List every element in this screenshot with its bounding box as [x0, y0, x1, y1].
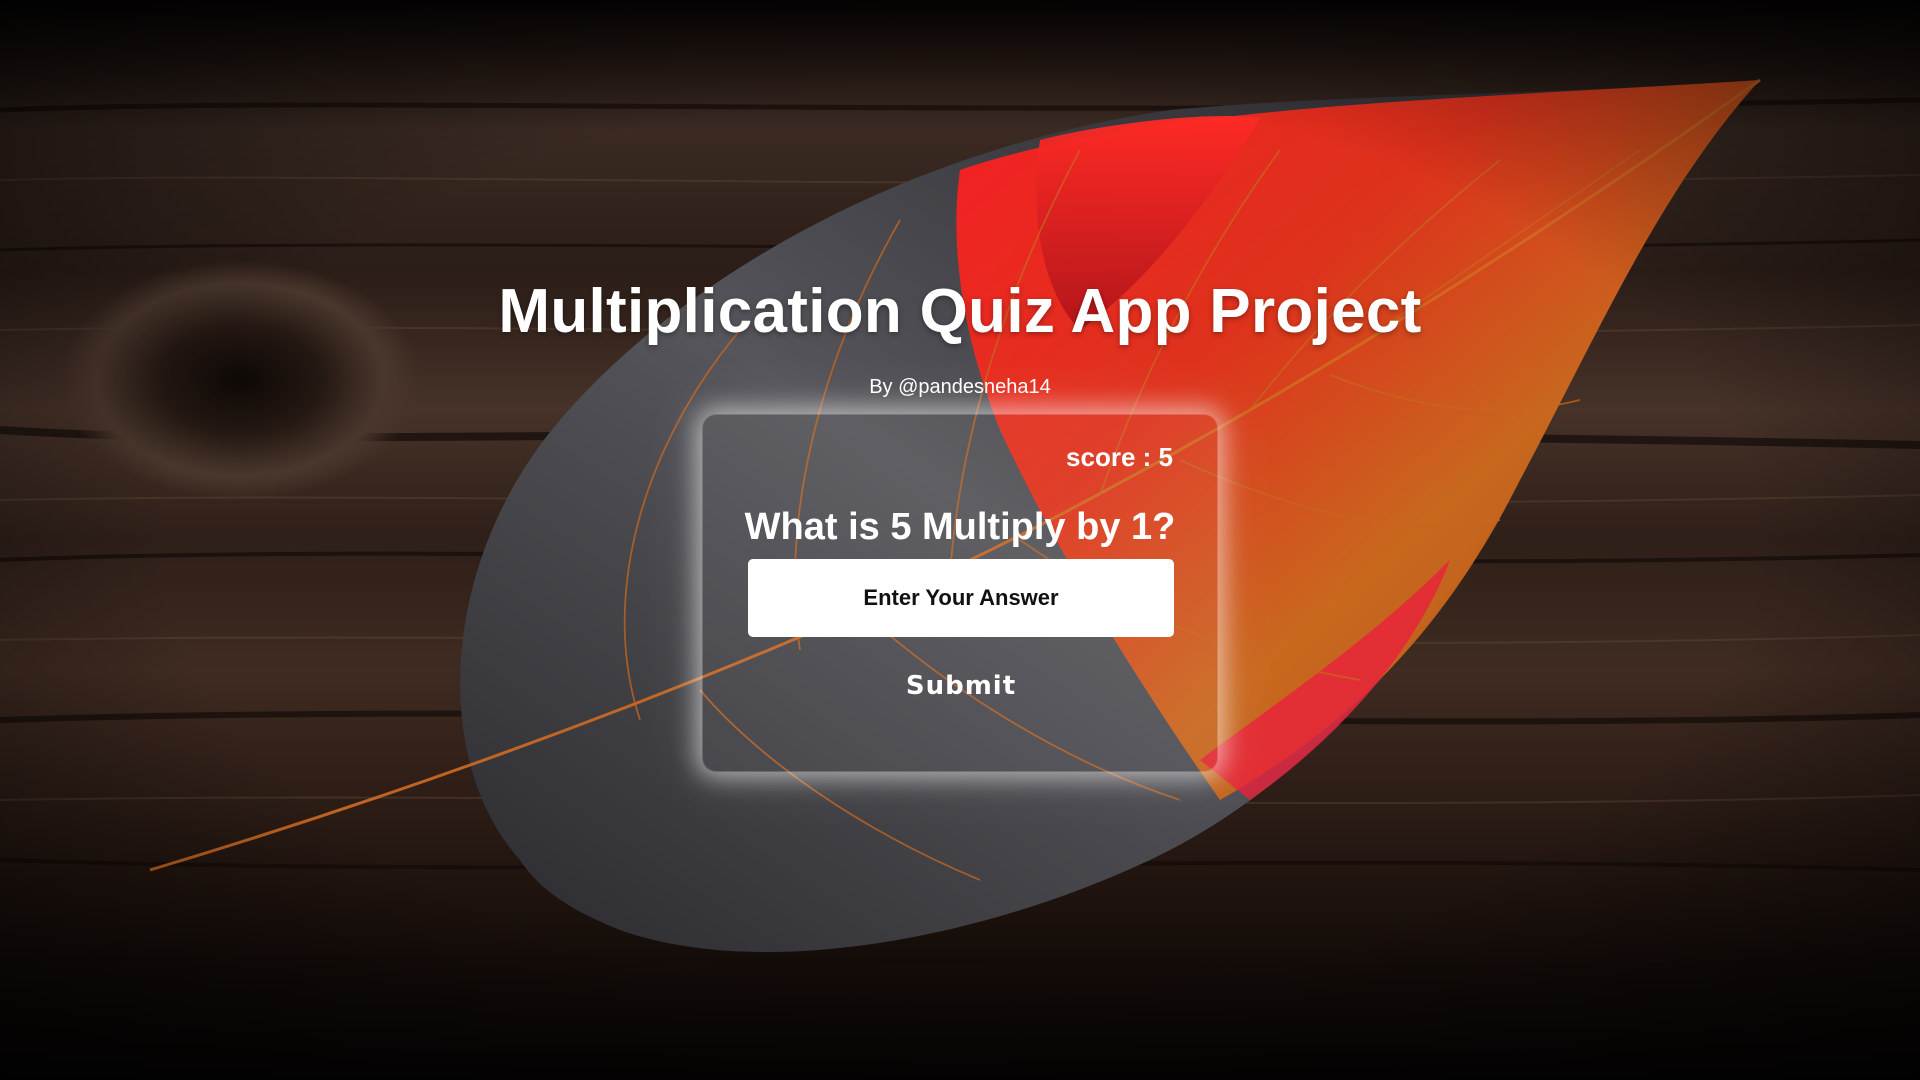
quiz-card: score : 5 What is 5 Multiply by 1? Submi… [702, 414, 1218, 772]
answer-input[interactable] [748, 559, 1174, 637]
author-byline: By @pandesneha14 [869, 376, 1051, 398]
page: Multiplication Quiz App Project By @pand… [0, 0, 1920, 1080]
page-title: Multiplication Quiz App Project [498, 277, 1422, 346]
question-text: What is 5 Multiply by 1? [744, 506, 1176, 548]
content-layer: Multiplication Quiz App Project By @pand… [0, 0, 1920, 1080]
score-display: score : 5 [1066, 427, 1173, 487]
submit-button[interactable]: Submit [748, 655, 1174, 717]
score-label: score : [1066, 442, 1159, 472]
score-value: 5 [1158, 442, 1173, 472]
